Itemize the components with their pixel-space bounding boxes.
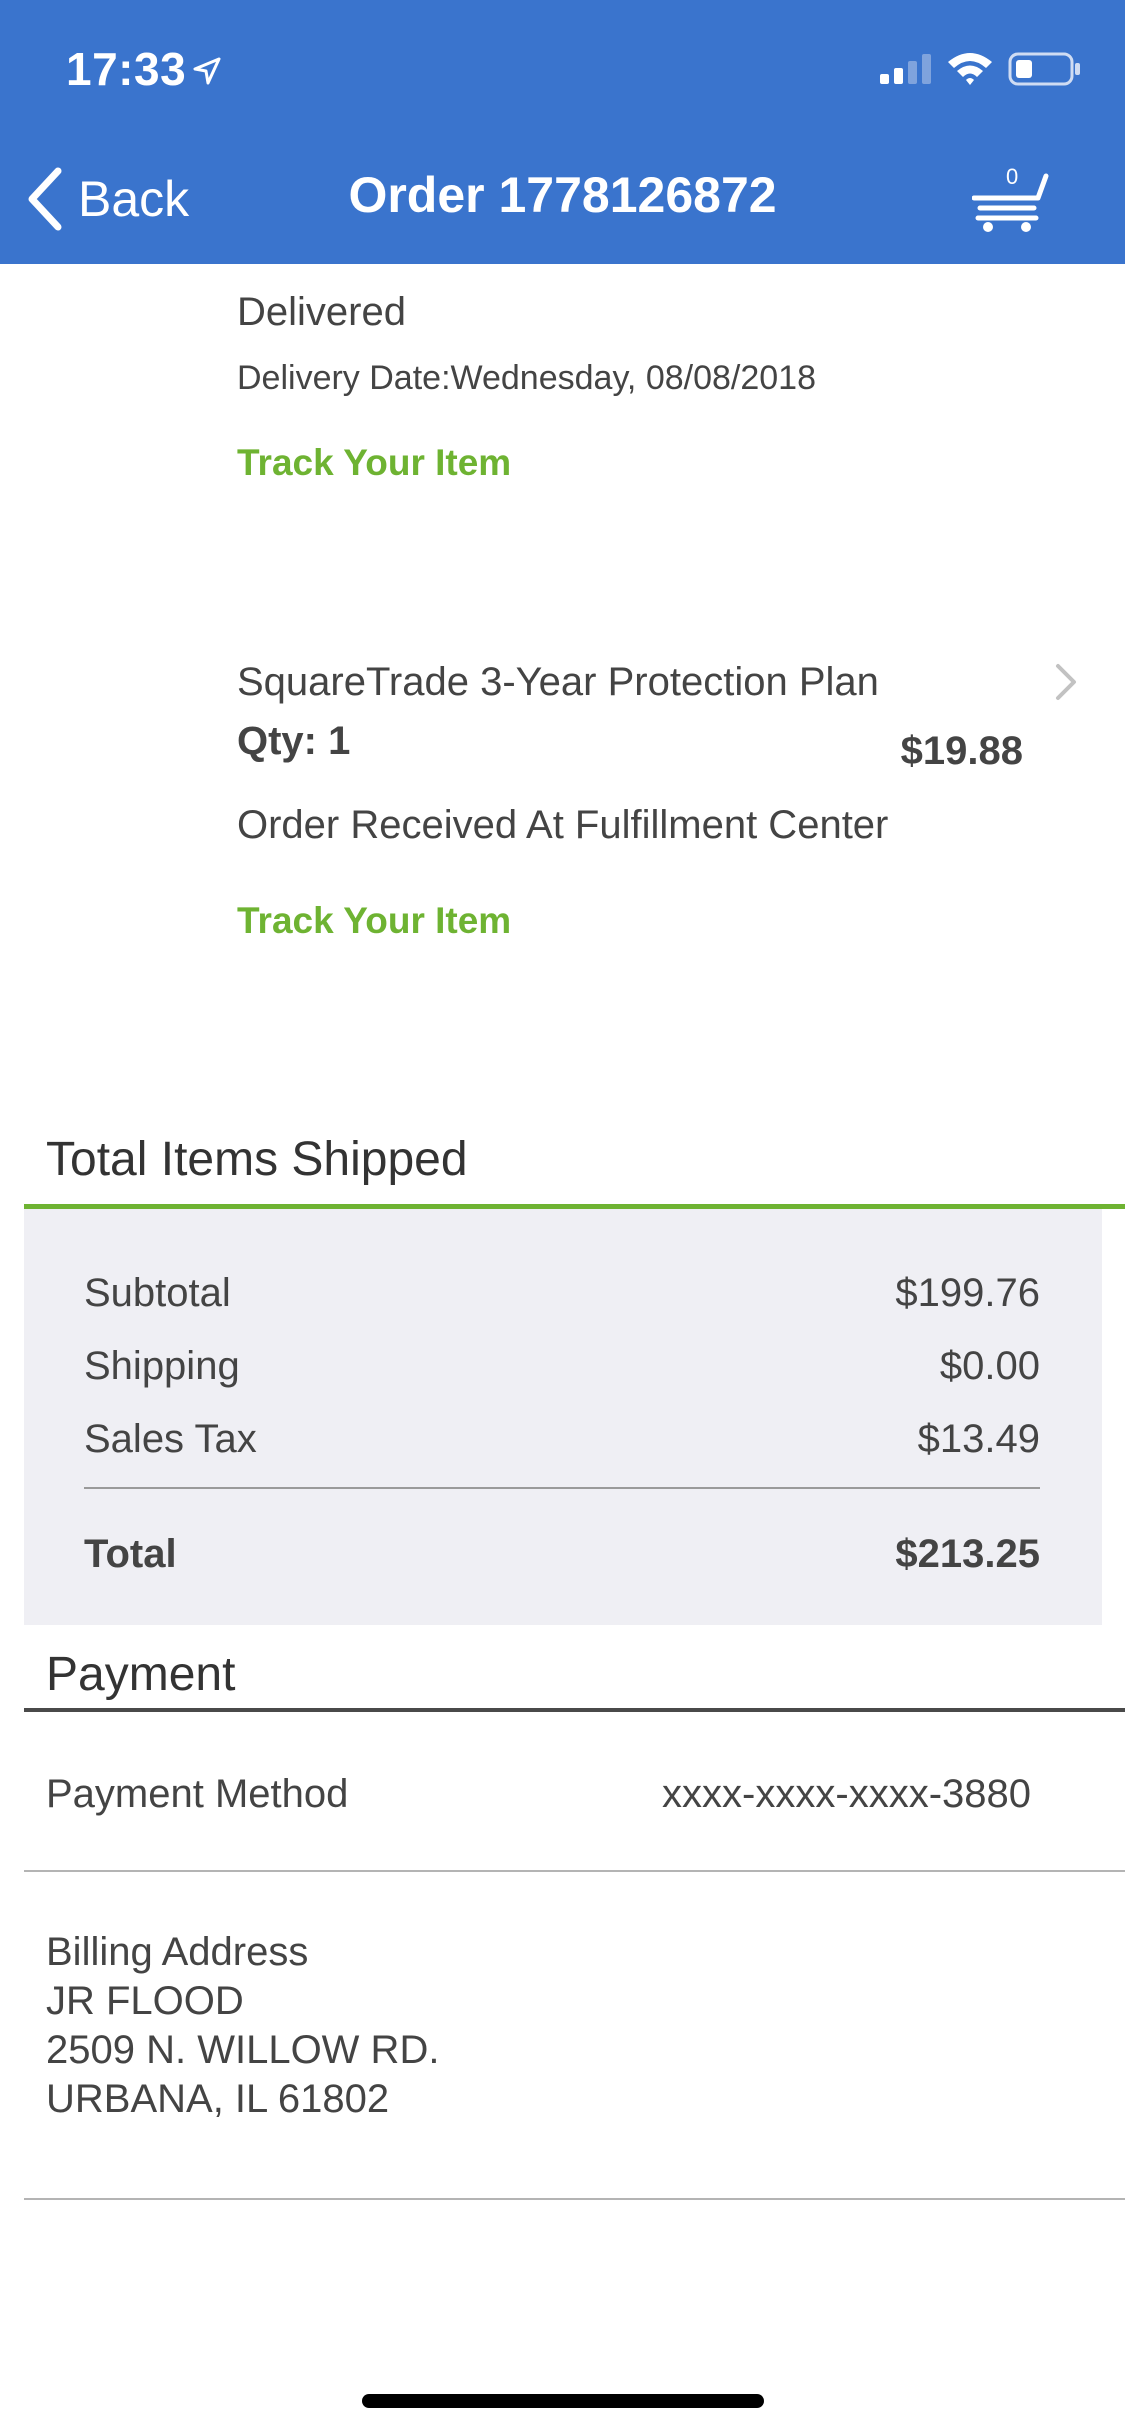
chevron-right-icon[interactable] <box>1052 662 1080 702</box>
cellular-signal-icon <box>880 54 931 84</box>
battery-icon <box>1008 52 1080 86</box>
page-title: Order 1778126872 <box>348 167 777 223</box>
shipping-label: Shipping <box>84 1344 240 1388</box>
row-divider <box>24 1870 1125 1872</box>
billing-city: URBANA, IL 61802 <box>46 2077 390 2121</box>
row-divider <box>24 2198 1125 2200</box>
billing-address: Billing Address JR FLOOD 2509 N. WILLOW … <box>46 1928 439 2124</box>
total-row: Total $213.25 <box>84 1532 1040 1577</box>
track-item-link[interactable]: Track Your Item <box>237 900 1027 942</box>
subtotal-value: $199.76 <box>895 1271 1040 1315</box>
billing-address-label: Billing Address <box>46 1930 309 1974</box>
section-divider <box>24 1708 1125 1712</box>
track-item-link[interactable]: Track Your Item <box>237 442 1057 484</box>
wifi-icon <box>948 53 992 85</box>
delivery-date: Delivery Date:Wednesday, 08/08/2018 <box>237 359 816 397</box>
payment-method-label: Payment Method <box>46 1772 349 1816</box>
item-status: Delivered <box>237 290 406 334</box>
status-time: 17:33 <box>66 43 187 95</box>
cart-count-badge: 0 <box>1006 164 1019 189</box>
billing-street: 2509 N. WILLOW RD. <box>46 2028 440 2072</box>
order-summary: Subtotal $199.76 Shipping $0.00 Sales Ta… <box>24 1209 1102 1625</box>
cart-button[interactable]: 0 <box>972 164 1052 234</box>
shipping-value: $0.00 <box>939 1344 1040 1388</box>
summary-divider <box>84 1487 1040 1489</box>
navigation-bar: 17:33 Back Order 1778126872 0 <box>0 0 1125 264</box>
payment-method-value: xxxx-xxxx-xxxx-3880 <box>662 1772 1031 1816</box>
total-label: Total <box>84 1532 177 1576</box>
item-name: SquareTrade 3-Year Protection Plan <box>237 660 879 704</box>
order-item-2[interactable]: SquareTrade 3-Year Protection Plan Qty: … <box>237 660 1027 942</box>
sales-tax-row: Sales Tax $13.49 <box>84 1417 1040 1462</box>
subtotal-label: Subtotal <box>84 1271 231 1315</box>
subtotal-row: Subtotal $199.76 <box>84 1271 1040 1316</box>
payment-heading: Payment <box>46 1648 236 1701</box>
item-qty: Qty: 1 <box>237 719 351 763</box>
item-price: $19.88 <box>900 729 1023 773</box>
location-arrow-icon <box>193 57 221 85</box>
total-items-shipped-heading: Total Items Shipped <box>46 1133 468 1186</box>
shipping-row: Shipping $0.00 <box>84 1344 1040 1389</box>
billing-name: JR FLOOD <box>46 1979 244 2023</box>
item-status: Order Received At Fulfillment Center <box>237 803 889 847</box>
sales-tax-value: $13.49 <box>917 1417 1040 1461</box>
sales-tax-label: Sales Tax <box>84 1417 257 1461</box>
total-value: $213.25 <box>895 1532 1040 1576</box>
home-indicator[interactable] <box>362 2394 764 2408</box>
order-item-1: Delivered Delivery Date:Wednesday, 08/08… <box>237 290 1057 484</box>
